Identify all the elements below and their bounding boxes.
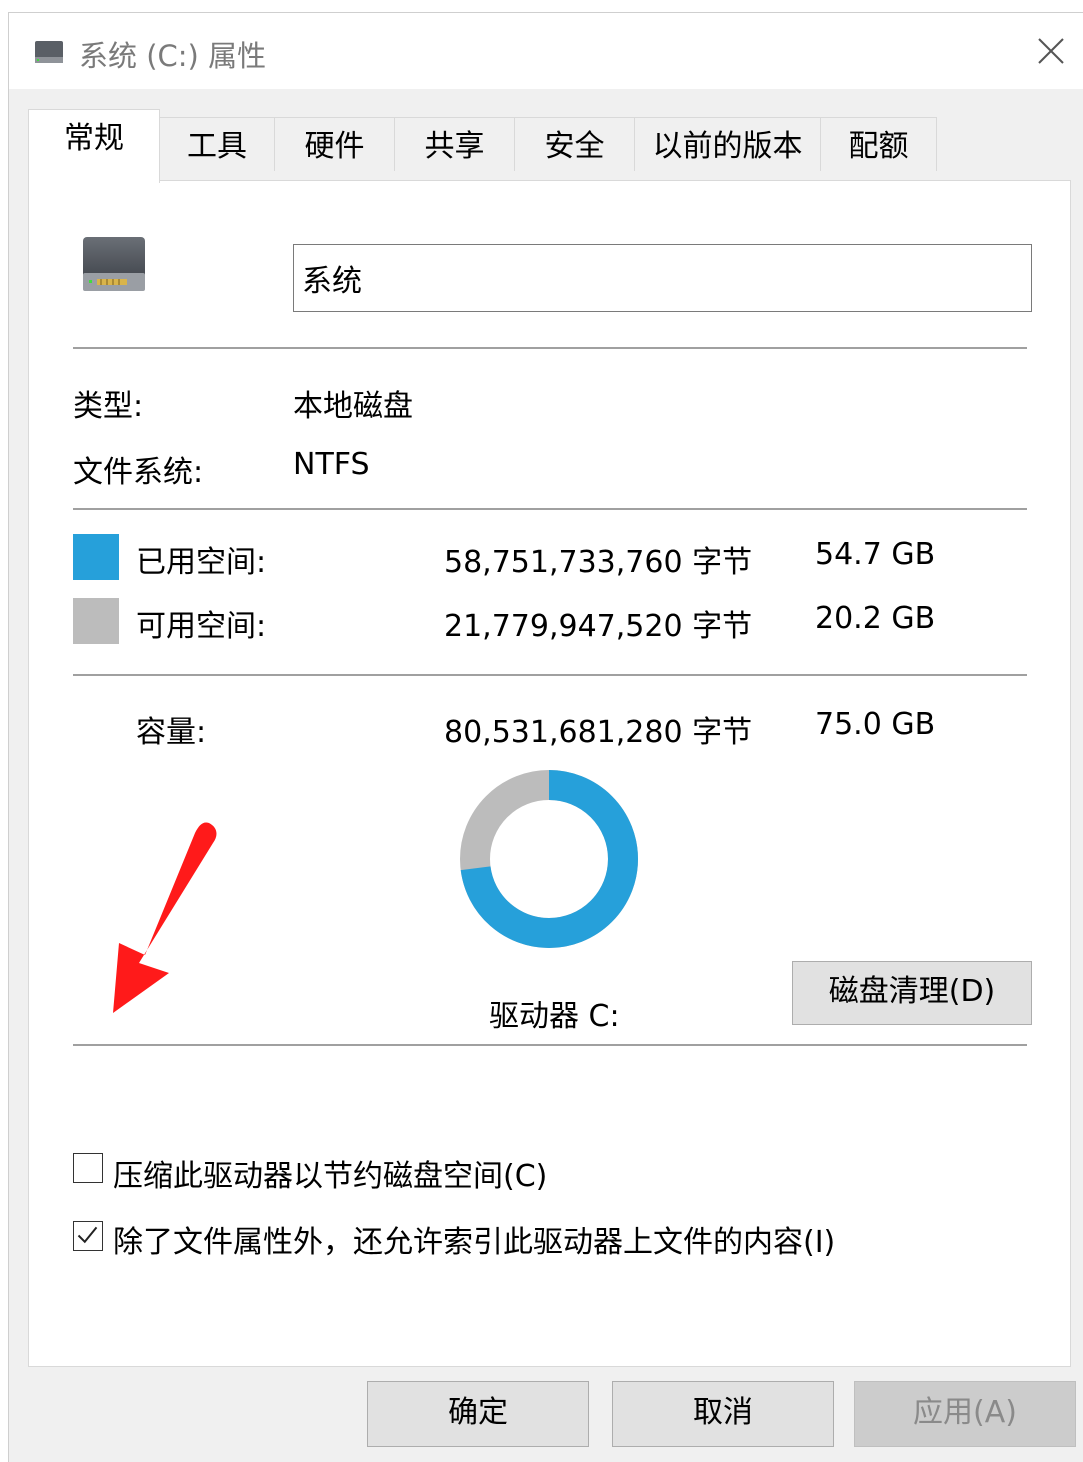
filesystem-value: NTFS (293, 447, 370, 482)
tab-quota[interactable]: 配额 (820, 117, 937, 171)
drive-icon (35, 41, 63, 63)
tab-sharing[interactable]: 共享 (394, 117, 515, 171)
volume-name-input[interactable] (293, 244, 1032, 312)
divider (73, 1044, 1027, 1046)
used-space-label: 已用空间: (136, 545, 267, 580)
red-arrow-annotation (113, 822, 217, 1013)
free-space-size: 20.2 GB (815, 601, 936, 636)
capacity-label: 容量: (136, 715, 207, 750)
close-button[interactable] (1027, 31, 1075, 71)
usage-donut-chart (460, 770, 638, 948)
index-contents-checkbox[interactable] (73, 1221, 103, 1251)
used-space-swatch (73, 534, 119, 580)
capacity-bytes: 80,531,681,280 字节 (444, 715, 753, 750)
compress-drive-checkbox[interactable] (73, 1153, 103, 1183)
free-space-bytes: 21,779,947,520 字节 (444, 609, 753, 644)
type-value: 本地磁盘 (293, 389, 413, 424)
hard-drive-icon (83, 237, 145, 291)
checkmark-icon (77, 1226, 98, 1244)
close-icon (1038, 38, 1064, 64)
properties-window: 系统 (C:) 属性 常规 工具 硬件 共享 安全 以前的版本 配额 系统 类型… (8, 12, 1083, 1462)
divider (73, 508, 1027, 510)
tab-security[interactable]: 安全 (514, 117, 635, 171)
tab-general[interactable]: 常规 (28, 109, 160, 183)
apply-button[interactable]: 应用(A) (854, 1381, 1076, 1447)
used-space-size: 54.7 GB (815, 537, 936, 572)
filesystem-label: 文件系统: (73, 455, 204, 490)
tab-tools[interactable]: 工具 (159, 117, 275, 171)
divider (73, 674, 1027, 676)
general-panel: 类型: 本地磁盘 文件系统: NTFS 已用空间: 58,751,733,760… (28, 180, 1071, 1367)
index-contents-label[interactable]: 除了文件属性外，还允许索引此驱动器上文件的内容(I) (113, 1217, 835, 1261)
disk-cleanup-button[interactable]: 磁盘清理(D) (792, 961, 1032, 1025)
compress-drive-label[interactable]: 压缩此驱动器以节约磁盘空间(C) (113, 1151, 547, 1195)
ok-button[interactable]: 确定 (367, 1381, 589, 1447)
title-bar: 系统 (C:) 属性 (9, 13, 1083, 89)
window-title: 系统 (C:) 属性 (79, 39, 267, 73)
cancel-button[interactable]: 取消 (612, 1381, 834, 1447)
divider (73, 347, 1027, 349)
free-space-swatch (73, 598, 119, 644)
tab-previous-versions[interactable]: 以前的版本 (634, 117, 821, 171)
capacity-size: 75.0 GB (815, 707, 936, 742)
used-space-bytes: 58,751,733,760 字节 (444, 545, 753, 580)
free-space-label: 可用空间: (136, 609, 267, 644)
type-label: 类型: (73, 389, 144, 424)
tab-hardware[interactable]: 硬件 (274, 117, 395, 171)
drive-label: 驱动器 C: (489, 999, 620, 1034)
